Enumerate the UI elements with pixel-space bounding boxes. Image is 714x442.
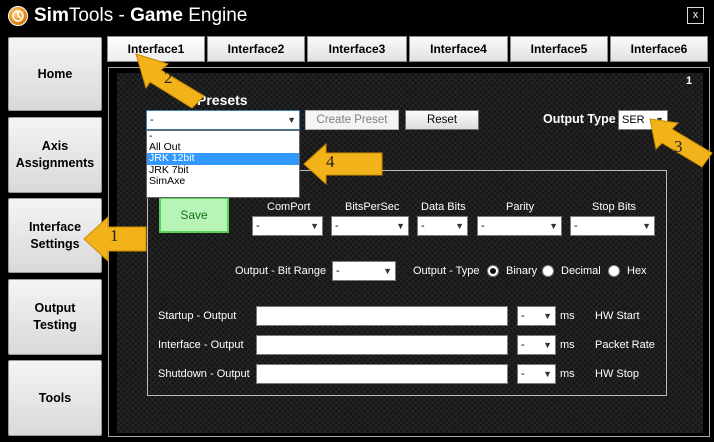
databits-select[interactable]: - ▼ bbox=[417, 216, 468, 236]
bit-range-value: - bbox=[336, 265, 340, 277]
tab-interface6[interactable]: Interface6 bbox=[610, 36, 708, 62]
bitspersec-label: BitsPerSec bbox=[345, 201, 400, 213]
parity-select[interactable]: - ▼ bbox=[477, 216, 562, 236]
shutdown-output-input[interactable] bbox=[256, 364, 508, 384]
output-type-label: Output Type bbox=[543, 112, 616, 126]
title-bar: SimTools - Game Engine x bbox=[0, 0, 714, 32]
sidebar-item-output-testing[interactable]: Output Testing bbox=[8, 279, 102, 355]
bit-range-label: Output - Bit Range bbox=[235, 265, 327, 277]
annotation-number: 3 bbox=[674, 137, 683, 156]
parity-value: - bbox=[481, 220, 485, 232]
tab-interface5[interactable]: Interface5 bbox=[510, 36, 608, 62]
chevron-down-icon: ▼ bbox=[543, 340, 552, 350]
output-type-value: SER bbox=[622, 114, 645, 126]
annotation-arrow-icon: 1 bbox=[82, 214, 148, 267]
chevron-down-icon: ▼ bbox=[383, 266, 392, 276]
annotation-arrow-icon: 4 bbox=[302, 141, 384, 190]
radio-decimal-label: Decimal bbox=[561, 265, 601, 277]
interface-output-input[interactable] bbox=[256, 335, 508, 355]
radio-hex-label: Hex bbox=[627, 265, 647, 277]
chevron-down-icon: ▼ bbox=[287, 115, 296, 125]
radio-binary[interactable] bbox=[487, 265, 499, 277]
sidebar-item-home[interactable]: Home bbox=[8, 37, 102, 111]
databits-label: Data Bits bbox=[421, 201, 466, 213]
comport-value: - bbox=[256, 220, 260, 232]
hw-stop-label: HW Stop bbox=[595, 368, 640, 380]
app-logo-icon bbox=[8, 6, 28, 26]
presets-option[interactable]: SimAxe bbox=[147, 175, 299, 187]
stopbits-label: Stop Bits bbox=[592, 201, 637, 213]
chevron-down-icon: ▼ bbox=[396, 221, 405, 231]
annotation-number: 1 bbox=[110, 226, 119, 245]
hw-start-label: HW Start bbox=[595, 310, 640, 322]
startup-output-input[interactable] bbox=[256, 306, 508, 326]
chevron-down-icon: ▼ bbox=[310, 221, 319, 231]
annotation-number: 4 bbox=[326, 152, 335, 171]
chevron-down-icon: ▼ bbox=[543, 311, 552, 321]
shutdown-output-label: Shutdown - Output bbox=[158, 368, 250, 380]
shutdown-unit: ms bbox=[560, 368, 575, 380]
databits-value: - bbox=[421, 220, 425, 232]
annotation-arrow-icon: 2 bbox=[134, 52, 206, 113]
reset-button[interactable]: Reset bbox=[405, 110, 479, 130]
radio-hex[interactable] bbox=[608, 265, 620, 277]
tab-interface3[interactable]: Interface3 bbox=[307, 36, 407, 62]
stopbits-value: - bbox=[574, 220, 578, 232]
shutdown-interval-select[interactable]: - ▼ bbox=[517, 364, 556, 384]
bitspersec-select[interactable]: - ▼ bbox=[331, 216, 409, 236]
chevron-down-icon: ▼ bbox=[642, 221, 651, 231]
presets-select[interactable]: - ▼ bbox=[146, 110, 300, 130]
startup-unit: ms bbox=[560, 310, 575, 322]
output-format-label: Output - Type bbox=[413, 265, 480, 277]
radio-decimal[interactable] bbox=[542, 265, 554, 277]
shutdown-interval-value: - bbox=[521, 368, 525, 380]
sidebar-item-tools[interactable]: Tools bbox=[8, 360, 102, 436]
radio-binary-label: Binary bbox=[506, 265, 538, 277]
comport-label: ComPort bbox=[267, 201, 311, 213]
bit-range-select[interactable]: - ▼ bbox=[332, 261, 396, 281]
stopbits-select[interactable]: - ▼ bbox=[570, 216, 655, 236]
packet-rate-label: Packet Rate bbox=[595, 339, 655, 351]
presets-dropdown-list: - All Out JRK 12bit JRK 7bit SimAxe bbox=[146, 130, 300, 198]
startup-interval-value: - bbox=[521, 310, 525, 322]
panel-number: 1 bbox=[686, 75, 693, 87]
bitspersec-value: - bbox=[335, 220, 339, 232]
presets-option-highlighted[interactable]: JRK 12bit bbox=[147, 153, 299, 165]
chevron-down-icon: ▼ bbox=[549, 221, 558, 231]
sidebar-item-axis-assignments[interactable]: Axis Assignments bbox=[8, 117, 102, 193]
chevron-down-icon: ▼ bbox=[543, 369, 552, 379]
interface-interval-select[interactable]: - ▼ bbox=[517, 335, 556, 355]
tab-interface4[interactable]: Interface4 bbox=[409, 36, 508, 62]
close-button[interactable]: x bbox=[687, 7, 704, 24]
chevron-down-icon: ▼ bbox=[455, 221, 464, 231]
annotation-number: 2 bbox=[164, 68, 173, 87]
startup-interval-select[interactable]: - ▼ bbox=[517, 306, 556, 326]
save-button[interactable]: Save bbox=[159, 197, 229, 233]
interface-output-label: Interface - Output bbox=[158, 339, 244, 351]
interface-interval-value: - bbox=[521, 339, 525, 351]
comport-select[interactable]: - ▼ bbox=[252, 216, 323, 236]
annotation-arrow-icon: 3 bbox=[648, 117, 714, 176]
presets-select-value: - bbox=[150, 114, 154, 126]
startup-output-label: Startup - Output bbox=[158, 310, 237, 322]
parity-label: Parity bbox=[506, 201, 535, 213]
create-preset-button[interactable]: Create Preset bbox=[305, 110, 399, 130]
app-title: SimTools - Game Engine bbox=[34, 5, 248, 26]
interface-unit: ms bbox=[560, 339, 575, 351]
tab-interface2[interactable]: Interface2 bbox=[207, 36, 305, 62]
